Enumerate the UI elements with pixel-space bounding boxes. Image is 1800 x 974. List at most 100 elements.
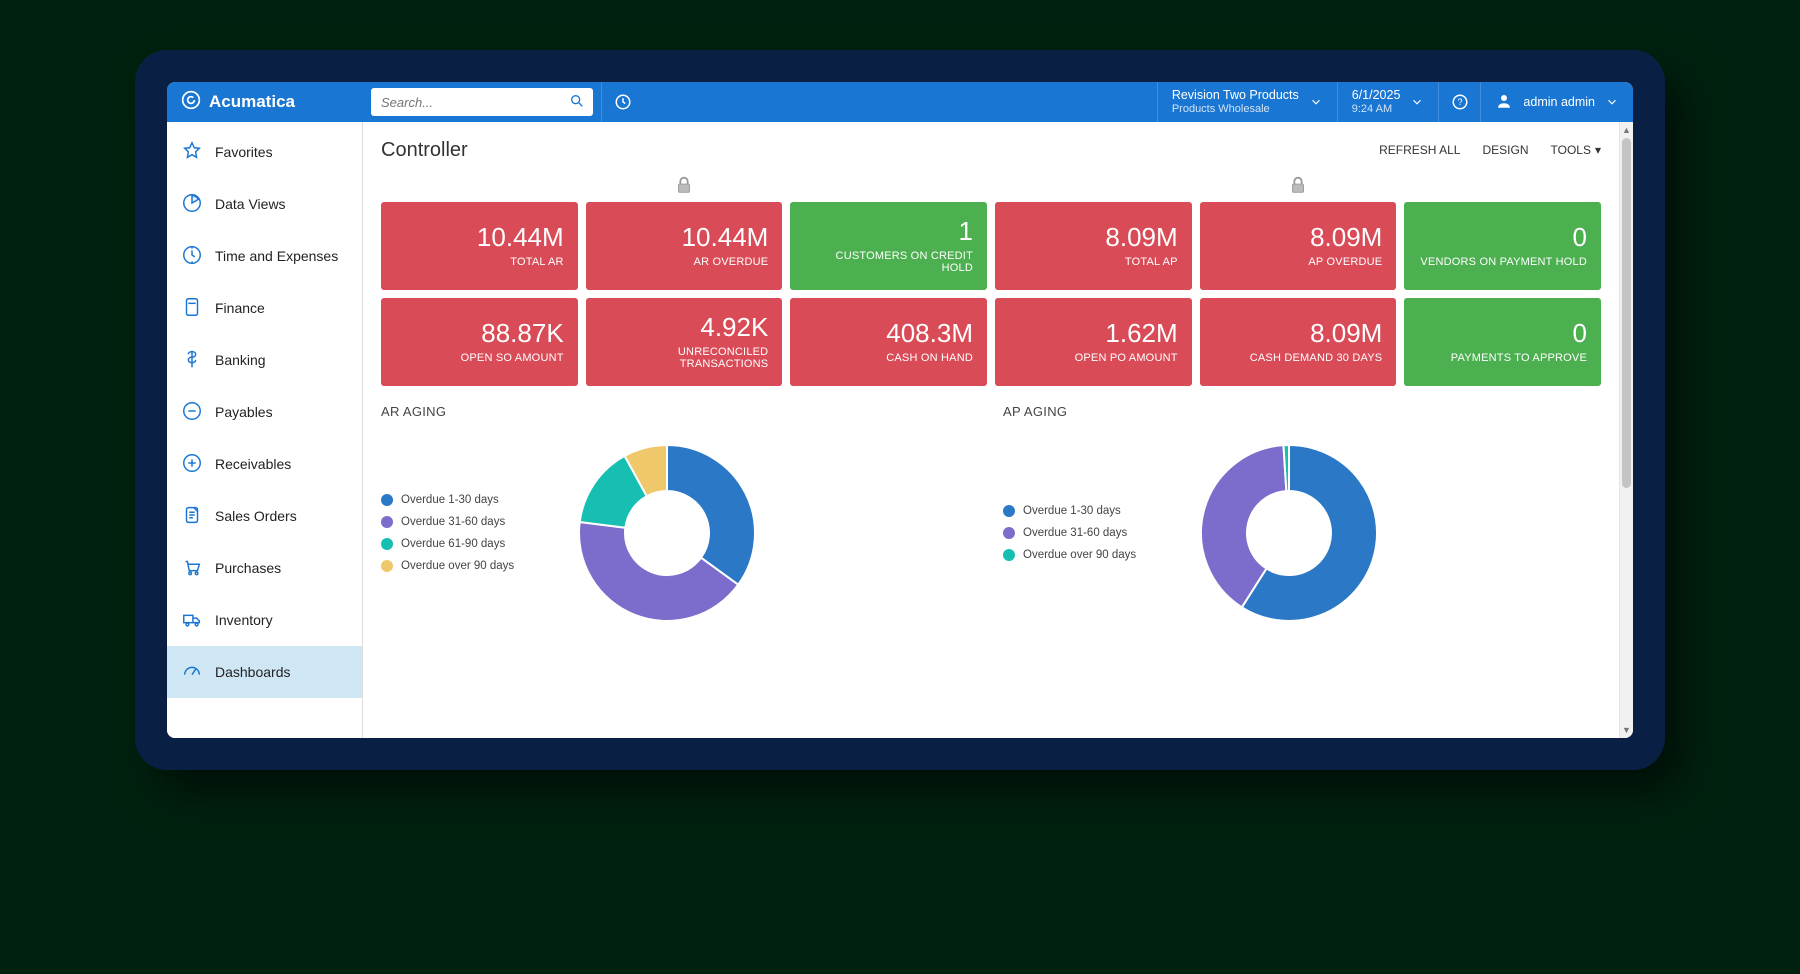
- kpi-tile[interactable]: 8.09M CASH DEMAND 30 DAYS: [1200, 298, 1397, 386]
- sidebar-item-purchases[interactable]: Purchases: [167, 542, 362, 594]
- user-menu[interactable]: admin admin: [1480, 82, 1633, 122]
- user-icon: [1495, 92, 1513, 113]
- kpi-value: 10.44M: [682, 223, 769, 252]
- kpi-label: PAYMENTS TO APPROVE: [1451, 352, 1587, 365]
- kpi-tile[interactable]: 10.44MAR OVERDUE: [586, 202, 783, 290]
- kpi-grid: 10.44MTOTAL AR10.44MAR OVERDUE1CUSTOMERS…: [381, 202, 1601, 386]
- sidebar-item-banking[interactable]: Banking: [167, 334, 362, 386]
- app-window: Acumatica Revision Two Products Products…: [167, 82, 1633, 738]
- business-date: 6/1/2025: [1352, 88, 1401, 102]
- truck-icon: [181, 608, 203, 633]
- chart-ap_aging: AP AGINGOverdue 1-30 daysOverdue 31-60 d…: [1003, 404, 1601, 633]
- kpi-tile[interactable]: 10.44MTOTAL AR: [381, 202, 578, 290]
- legend-item[interactable]: Overdue 1-30 days: [1003, 505, 1163, 517]
- vertical-scrollbar[interactable]: ▲ ▼: [1619, 122, 1633, 738]
- brand[interactable]: Acumatica: [167, 82, 363, 122]
- sidebar-item-label: Banking: [215, 352, 266, 368]
- kpi-tile[interactable]: 8.09MTOTAL AP: [995, 202, 1192, 290]
- search-input[interactable]: [379, 94, 569, 111]
- kpi-value: 0: [1573, 319, 1587, 348]
- legend-item[interactable]: Overdue over 90 days: [381, 560, 541, 572]
- sidebar-item-dashboards[interactable]: Dashboards: [167, 646, 362, 698]
- legend-item[interactable]: Overdue over 90 days: [1003, 549, 1163, 561]
- sidebar-item-label: Data Views: [215, 196, 286, 212]
- sidebar-item-sales-orders[interactable]: Sales Orders: [167, 490, 362, 542]
- charts-row: AR AGING Overdue 1-30 days Overdue 31-60 d…: [381, 404, 1601, 633]
- kpi-tile[interactable]: 0VENDORS ON PAYMENT HOLD: [1404, 202, 1601, 290]
- sidebar-item-data-views[interactable]: Data Views: [167, 178, 362, 230]
- sidebar-item-label: Dashboards: [215, 664, 291, 680]
- kpi-value: 8.09M: [1310, 319, 1382, 348]
- kpi-value: 408.3M: [886, 319, 973, 348]
- donut-chart[interactable]: [567, 433, 767, 633]
- kpi-value: 10.44M: [477, 223, 564, 252]
- help-button[interactable]: ?: [1438, 82, 1480, 122]
- sidebar-item-finance[interactable]: Finance: [167, 282, 362, 334]
- scroll-track[interactable]: [1620, 138, 1633, 722]
- page-title: Controller: [381, 139, 468, 162]
- legend-item[interactable]: Overdue 31-60 days: [381, 516, 541, 528]
- scroll-up-icon[interactable]: ▲: [1620, 122, 1633, 138]
- company-selector[interactable]: Revision Two Products Products Wholesale: [1157, 82, 1337, 122]
- legend-item[interactable]: Overdue 31-60 days: [1003, 527, 1163, 539]
- tools-menu[interactable]: TOOLS ▾: [1551, 143, 1602, 157]
- dollar-icon: [181, 348, 203, 373]
- kpi-tile[interactable]: 1.62MOPEN PO AMOUNT: [995, 298, 1192, 386]
- legend-swatch: [1003, 505, 1015, 517]
- search-box[interactable]: [371, 88, 593, 116]
- refresh-all-button[interactable]: REFRESH ALL: [1379, 143, 1460, 157]
- kpi-tile[interactable]: 8.09MAP OVERDUE: [1200, 202, 1397, 290]
- sidebar-item-payables[interactable]: Payables: [167, 386, 362, 438]
- scroll-down-icon[interactable]: ▼: [1620, 722, 1633, 738]
- kpi-tile[interactable]: 1CUSTOMERS ON CREDIT HOLD: [790, 202, 987, 290]
- chevron-down-icon: [1309, 95, 1323, 109]
- chart-icon: [181, 192, 203, 217]
- sidebar-item-receivables[interactable]: Receivables: [167, 438, 362, 490]
- chart-legend: Overdue 1-30 days Overdue 31-60 days Overd…: [1003, 505, 1163, 561]
- sidebar: Favorites Data Views Time and Expenses Fina…: [167, 122, 363, 738]
- company-sub: Products Wholesale: [1172, 103, 1299, 116]
- legend-swatch: [1003, 549, 1015, 561]
- legend-item[interactable]: Overdue 1-30 days: [381, 494, 541, 506]
- kpi-label: CASH DEMAND 30 DAYS: [1250, 352, 1383, 365]
- star-icon: [181, 140, 203, 165]
- search-cell: [363, 82, 601, 122]
- sidebar-item-label: Sales Orders: [215, 508, 297, 524]
- sidebar-item-label: Purchases: [215, 560, 281, 576]
- chart-title: AR AGING: [381, 404, 979, 419]
- kpi-label: VENDORS ON PAYMENT HOLD: [1420, 256, 1587, 269]
- kpi-label: OPEN SO AMOUNT: [461, 352, 564, 365]
- legend-item[interactable]: Overdue 61-90 days: [381, 538, 541, 550]
- history-button[interactable]: [601, 82, 643, 122]
- legend-swatch: [381, 516, 393, 528]
- sidebar-item-label: Time and Expenses: [215, 248, 338, 264]
- sidebar-item-favorites[interactable]: Favorites: [167, 126, 362, 178]
- clock-icon: [181, 244, 203, 269]
- sidebar-item-label: Finance: [215, 300, 265, 316]
- doc-icon: [181, 504, 203, 529]
- kpi-tile[interactable]: 408.3MCASH ON HAND: [790, 298, 987, 386]
- kpi-tile[interactable]: 0 PAYMENTS TO APPROVE: [1404, 298, 1601, 386]
- chart-ar_aging: AR AGING Overdue 1-30 days Overdue 31-60 d…: [381, 404, 979, 633]
- page-header: Controller REFRESH ALL DESIGN TOOLS ▾: [381, 132, 1601, 168]
- company-name: Revision Two Products: [1172, 88, 1299, 102]
- sidebar-item-time-and-expenses[interactable]: Time and Expenses: [167, 230, 362, 282]
- caret-down-icon: ▾: [1595, 143, 1601, 157]
- kpi-value: 8.09M: [1105, 223, 1177, 252]
- donut-chart[interactable]: [1189, 433, 1389, 633]
- design-button[interactable]: DESIGN: [1482, 143, 1528, 157]
- scroll-thumb[interactable]: [1622, 138, 1631, 488]
- kpi-label: UNRECONCILED TRANSACTIONS: [600, 346, 769, 371]
- sidebar-item-label: Payables: [215, 404, 273, 420]
- business-date-selector[interactable]: 6/1/2025 9:24 AM: [1337, 82, 1439, 122]
- calc-icon: [181, 296, 203, 321]
- kpi-tile[interactable]: 4.92KUNRECONCILED TRANSACTIONS: [586, 298, 783, 386]
- legend-swatch: [381, 538, 393, 550]
- legend-label: Overdue 1-30 days: [401, 494, 499, 506]
- sidebar-item-inventory[interactable]: Inventory: [167, 594, 362, 646]
- kpi-value: 8.09M: [1310, 223, 1382, 252]
- plus-circle-icon: [181, 452, 203, 477]
- kpi-tile[interactable]: 88.87KOPEN SO AMOUNT: [381, 298, 578, 386]
- kpi-value: 1.62M: [1105, 319, 1177, 348]
- legend-label: Overdue 1-30 days: [1023, 505, 1121, 517]
